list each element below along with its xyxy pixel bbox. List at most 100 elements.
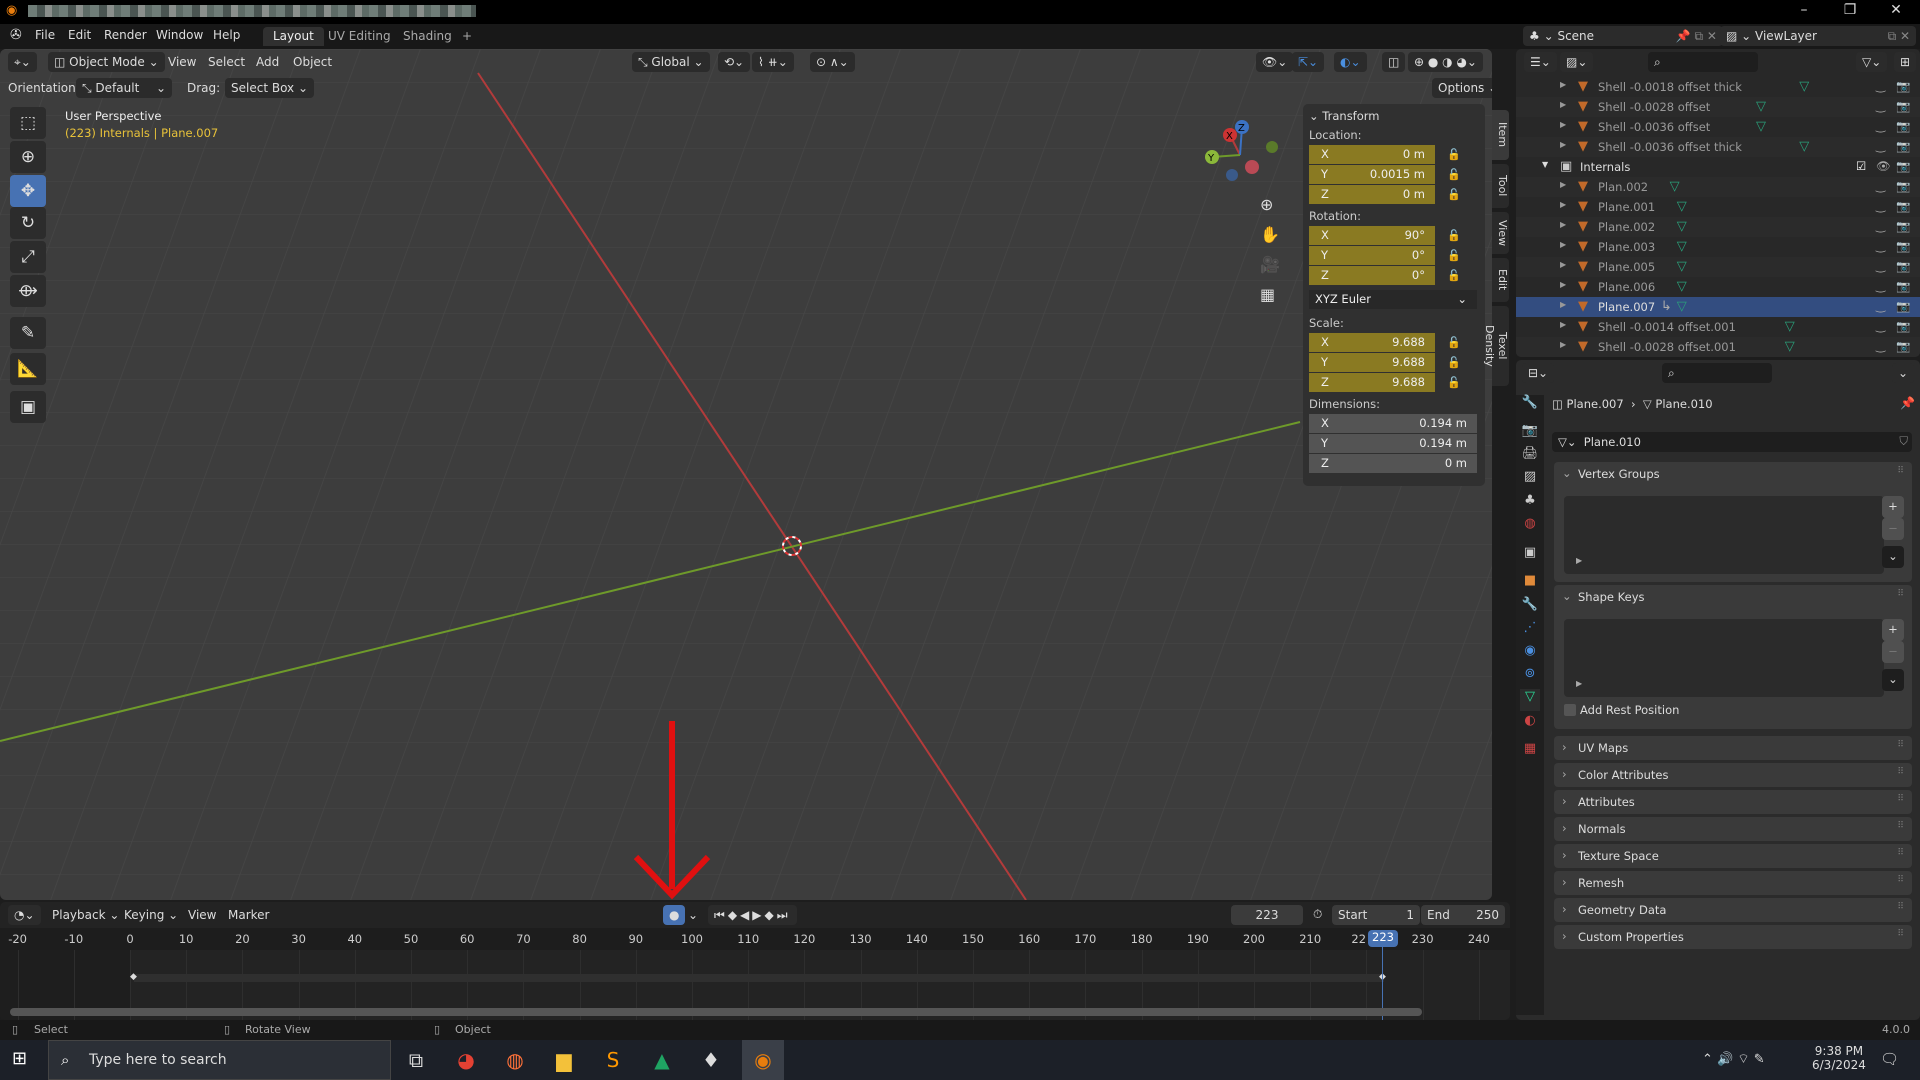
mesh-data-icon[interactable]: ▽	[1677, 239, 1687, 254]
render-camera-icon[interactable]: 📷	[1896, 199, 1910, 213]
rotation-x-field[interactable]: X 90°	[1309, 226, 1435, 245]
chevron-right-icon[interactable]: ›	[1562, 821, 1567, 835]
sidebar-tab-edit[interactable]: Edit	[1492, 258, 1509, 302]
tool-measure[interactable]: 📐	[10, 353, 46, 385]
pivot-point-dropdown[interactable]: ⟲⌄	[718, 52, 751, 72]
expand-icon[interactable]: ▶	[1560, 180, 1566, 189]
shading-mode-buttons[interactable]: ⊕ ● ◑ ◕⌄	[1408, 52, 1483, 72]
properties-tab-physics[interactable]: ◉	[1520, 643, 1540, 665]
pan-hand-icon[interactable]: ✋	[1260, 225, 1280, 244]
panel-color-attributes[interactable]: › Color Attributes ⠿	[1554, 763, 1912, 787]
exclude-checkbox[interactable]: ☑	[1856, 159, 1866, 173]
sublime-text-icon[interactable]: S	[595, 1046, 631, 1074]
properties-tab-particles[interactable]: ⋰	[1520, 620, 1540, 642]
outliner-row[interactable]: ▶ ▼ Plane.001 ▽ ‿ 📷	[1516, 197, 1920, 217]
tool-scale[interactable]: ⤢	[10, 241, 46, 273]
drag-grip-icon[interactable]: ⠿	[1897, 875, 1904, 885]
properties-tab-view-layer[interactable]: ▨	[1520, 469, 1540, 491]
proportional-editing-toggle[interactable]: ⊙ ∧⌄	[810, 52, 855, 72]
panel-title[interactable]: Color Attributes	[1578, 768, 1668, 782]
outliner-row[interactable]: ▶ ▼ Plane.003 ▽ ‿ 📷	[1516, 237, 1920, 257]
panel-title[interactable]: Normals	[1578, 822, 1626, 836]
menu-object[interactable]: Object	[293, 55, 332, 69]
expand-icon[interactable]: ▶	[1560, 200, 1566, 209]
tool-cursor[interactable]: ⊕	[10, 141, 46, 173]
lock-icon[interactable]: 🔓	[1447, 249, 1461, 262]
lock-icon[interactable]: 🔓	[1447, 168, 1461, 181]
ortho-grid-icon[interactable]: ▦	[1260, 285, 1275, 304]
drag-grip-icon[interactable]: ⠿	[1897, 902, 1904, 912]
notifications-icon[interactable]: 🗨	[1880, 1050, 1899, 1068]
visibility-eye-icon[interactable]: 👁	[1876, 159, 1891, 173]
windows-start-icon[interactable]: ⊞	[12, 1048, 27, 1069]
tool-annotate[interactable]: ✎	[10, 317, 46, 349]
panel-title[interactable]: Remesh	[1578, 876, 1624, 890]
menu-file[interactable]: File	[35, 28, 55, 42]
tool-transform[interactable]: ⟴	[10, 275, 46, 307]
properties-tab-output[interactable]: 🖨	[1520, 446, 1540, 468]
mesh-data-icon[interactable]: ▽	[1756, 119, 1766, 134]
pin-icon[interactable]: 📌	[1900, 396, 1915, 410]
render-camera-icon[interactable]: 📷	[1896, 239, 1910, 253]
menu-edit[interactable]: Edit	[68, 28, 91, 42]
menu-render[interactable]: Render	[104, 28, 147, 42]
panel-title[interactable]: Attributes	[1578, 795, 1635, 809]
mesh-data-icon[interactable]: ▽	[1677, 279, 1687, 294]
properties-tab-object[interactable]: ■	[1520, 573, 1540, 595]
render-camera-icon[interactable]: 📷	[1896, 219, 1910, 233]
expand-icon[interactable]: ▶	[1560, 320, 1566, 329]
restore-icon[interactable]: ❐	[1830, 2, 1870, 18]
remove-vertex-group-button[interactable]: −	[1882, 518, 1904, 540]
drag-grip-icon[interactable]: ⠿	[1897, 929, 1904, 939]
mesh-data-icon[interactable]: ▽	[1670, 179, 1680, 194]
visibility-eye-icon[interactable]: ‿	[1876, 299, 1885, 313]
scene-selector[interactable]: ♣ ⌄ Scene 📌 ⧉ ✕	[1523, 26, 1723, 46]
add-workspace-button[interactable]: +	[452, 27, 482, 46]
gizmo-toggle[interactable]: ⇱⌄	[1292, 52, 1325, 72]
display-mode-dropdown[interactable]: ☰⌄	[1524, 52, 1557, 72]
mesh-data-icon[interactable]: ▽	[1677, 259, 1687, 274]
panel-uv-maps[interactable]: › UV Maps ⠿	[1554, 736, 1912, 760]
tool-select-box[interactable]: ⬚	[10, 107, 46, 139]
outliner-row[interactable]: ▼ ▣ Internals ☑ 👁 📷	[1516, 157, 1920, 177]
outliner-row[interactable]: ▶ ▼ Shell -0.0028 offset ▽ ‿ 📷	[1516, 97, 1920, 117]
remove-shape-key-button[interactable]: −	[1882, 641, 1904, 663]
mesh-data-icon[interactable]: ▽	[1677, 219, 1687, 234]
expand-icon[interactable]: ▶	[1560, 260, 1566, 269]
mesh-data-icon[interactable]: ▽	[1785, 319, 1795, 334]
lock-icon[interactable]: 🔓	[1447, 188, 1461, 201]
add-vertex-group-button[interactable]: +	[1882, 496, 1904, 518]
expand-icon[interactable]: ▶	[1560, 120, 1566, 129]
drag-grip-icon[interactable]: ⠿	[1897, 466, 1904, 476]
render-camera-icon[interactable]: 📷	[1896, 99, 1910, 113]
mesh-browse-icon[interactable]: ▽⌄	[1558, 435, 1580, 449]
mesh-data-icon[interactable]: ▽	[1785, 339, 1795, 354]
render-camera-icon[interactable]: 📷	[1896, 319, 1910, 333]
sidebar-tab-texel-density[interactable]: Texel Density	[1483, 306, 1509, 386]
panel-normals[interactable]: › Normals ⠿	[1554, 817, 1912, 841]
inkscape-icon[interactable]: ♦	[693, 1046, 729, 1074]
lock-icon[interactable]: 🔓	[1447, 356, 1461, 369]
keyframe-icon[interactable]: ◆	[130, 972, 137, 982]
outliner-row[interactable]: ▶ ▼ Shell -0.0036 offset thick ▽ ‿ 📷	[1516, 137, 1920, 157]
panel-title[interactable]: Shape Keys	[1578, 590, 1645, 604]
taskbar-search-input[interactable]: ⌕ Type here to search	[48, 1040, 391, 1080]
properties-tab-mesh-data[interactable]: ▽	[1520, 689, 1540, 711]
workspace-tab-uv-editing[interactable]: UV Editing	[318, 27, 401, 46]
start-frame-field[interactable]: Start 1	[1332, 905, 1420, 925]
scale-y-field[interactable]: Y 9.688	[1309, 353, 1435, 372]
panel-attributes[interactable]: › Attributes ⠿	[1554, 790, 1912, 814]
drag-grip-icon[interactable]: ⠿	[1897, 740, 1904, 750]
scale-z-field[interactable]: Z 9.688	[1309, 373, 1435, 392]
blender-menu-icon[interactable]: ✇	[10, 27, 22, 43]
expand-icon[interactable]: ▶	[1560, 340, 1566, 349]
menu-window[interactable]: Window	[156, 28, 203, 42]
properties-options-dropdown[interactable]: ⌄	[1892, 363, 1915, 383]
use-preview-range-icon[interactable]: ⏱	[1313, 907, 1322, 922]
properties-tab-material[interactable]: ◐	[1520, 713, 1540, 735]
scale-x-field[interactable]: X 9.688	[1309, 333, 1435, 352]
chrome-icon[interactable]: ◕	[448, 1046, 484, 1074]
properties-tab-scene[interactable]: ♣	[1520, 493, 1540, 515]
file-explorer-icon[interactable]: ▆	[546, 1046, 582, 1074]
visibility-eye-icon[interactable]: ‿	[1876, 319, 1885, 333]
